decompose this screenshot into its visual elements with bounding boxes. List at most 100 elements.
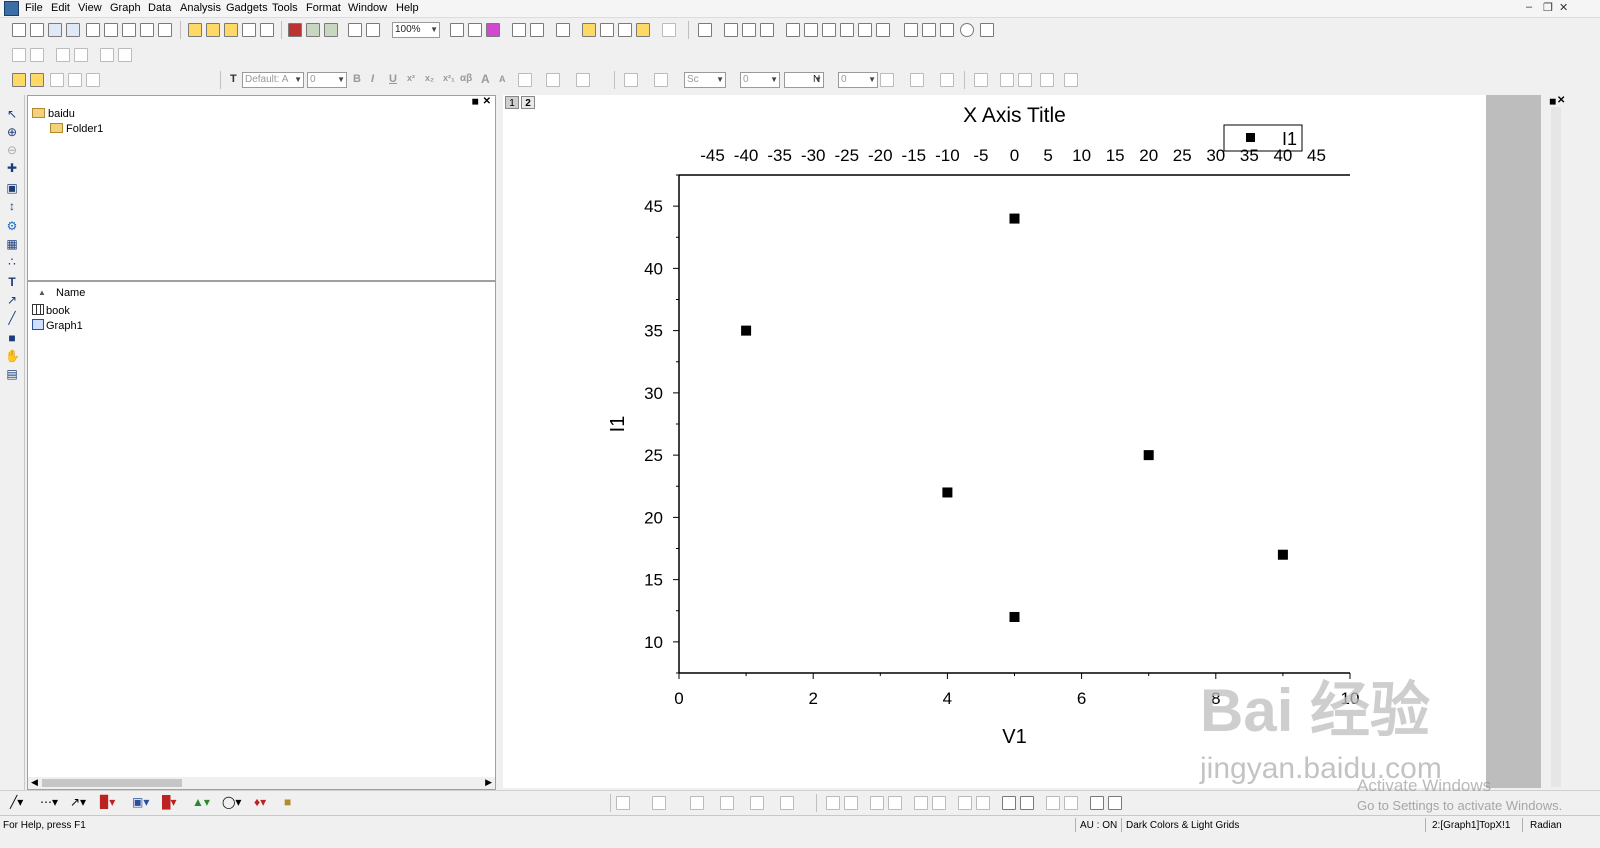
rectangle-tool-icon[interactable]: ■: [5, 331, 19, 345]
line-style-select[interactable]: Sc ▼: [684, 72, 726, 88]
set-y-icon[interactable]: [30, 48, 44, 62]
layer-tab-1[interactable]: 1: [505, 96, 519, 109]
superscript-button[interactable]: x²: [407, 73, 415, 83]
menu-edit[interactable]: Edit: [51, 2, 70, 14]
line-plot-icon[interactable]: ╱▾: [10, 795, 23, 809]
underline-button[interactable]: U: [389, 73, 397, 85]
mask-icon[interactable]: ∴: [5, 255, 19, 269]
new-excel-icon[interactable]: [66, 23, 80, 37]
pattern-icon[interactable]: [880, 73, 894, 87]
add-legend-icon[interactable]: [922, 23, 936, 37]
align-objects-icon[interactable]: [720, 796, 734, 810]
same-height-icon[interactable]: [976, 796, 990, 810]
move-last-icon[interactable]: [118, 48, 132, 62]
add-right-y-icon[interactable]: [822, 23, 836, 37]
align-left-icon[interactable]: [518, 73, 532, 87]
increase-size-icon[interactable]: [1018, 73, 1032, 87]
supsubscript-button[interactable]: x²₁: [443, 73, 455, 83]
object-icon[interactable]: [68, 73, 82, 87]
arrows-icon[interactable]: [1000, 73, 1014, 87]
subscript-button[interactable]: x₂: [425, 73, 434, 83]
arrange-layers-icon[interactable]: [760, 23, 774, 37]
font-size-select[interactable]: 0 ▼: [307, 72, 347, 88]
add-inset-data-icon[interactable]: [876, 23, 890, 37]
scroll-left-icon[interactable]: ◀: [31, 777, 38, 788]
menu-analysis[interactable]: Analysis: [180, 2, 221, 14]
import-wizard-icon[interactable]: [288, 23, 302, 37]
front-icon[interactable]: [1046, 796, 1060, 810]
decrease-size-icon[interactable]: [1040, 73, 1054, 87]
minimize-icon[interactable]: –: [1526, 1, 1532, 13]
results-log-icon[interactable]: [530, 23, 544, 37]
merge-graph-icon[interactable]: [742, 23, 756, 37]
ticks-icon[interactable]: [974, 73, 988, 87]
new-layout-icon[interactable]: [140, 23, 154, 37]
menu-tools[interactable]: Tools: [272, 2, 298, 14]
import-multiple-icon[interactable]: [324, 23, 338, 37]
set-x-icon[interactable]: [12, 48, 26, 62]
contour-plot-icon[interactable]: ▣▾: [132, 795, 149, 809]
smart-hint-icon[interactable]: [618, 23, 632, 37]
tree-subfolder[interactable]: Folder1: [50, 123, 103, 135]
pointer-icon[interactable]: ↖: [5, 107, 19, 121]
grouped-column-icon[interactable]: █▾: [162, 795, 177, 809]
template-library-icon[interactable]: ■: [284, 795, 291, 809]
resize-objects-icon[interactable]: [780, 796, 794, 810]
area-plot-icon[interactable]: ▲▾: [192, 795, 210, 809]
zoom-in-icon[interactable]: ⊕: [5, 125, 19, 139]
export-icon[interactable]: [486, 23, 500, 37]
align-vcenter-icon[interactable]: [914, 796, 928, 810]
new-folder-icon[interactable]: [30, 23, 44, 37]
frame-icon[interactable]: [1090, 796, 1104, 810]
rescale-icon[interactable]: [698, 23, 712, 37]
fill-color-icon[interactable]: [624, 73, 638, 87]
menu-file[interactable]: File: [25, 2, 43, 14]
text-tool-icon[interactable]: T: [5, 275, 19, 289]
data-selector-icon[interactable]: ⚙: [5, 219, 19, 233]
project-explorer-icon[interactable]: [556, 23, 570, 37]
scrollbar-thumb[interactable]: [42, 779, 182, 787]
menu-data[interactable]: Data: [148, 2, 171, 14]
same-width-icon[interactable]: [958, 796, 972, 810]
zoom-select[interactable]: 100% ▼: [392, 22, 440, 38]
distribute-icon[interactable]: [750, 796, 764, 810]
save-template-icon[interactable]: [260, 23, 274, 37]
menu-help[interactable]: Help: [396, 2, 419, 14]
open-template-icon[interactable]: [206, 23, 220, 37]
polar-plot-icon[interactable]: ◯▾: [222, 795, 241, 809]
move-right-icon[interactable]: [56, 48, 70, 62]
folder-wand-icon[interactable]: [30, 73, 44, 87]
increase-font-button[interactable]: A: [481, 72, 490, 86]
copy-page-icon[interactable]: [468, 23, 482, 37]
zoom-out-icon[interactable]: ⊖: [5, 143, 19, 157]
new-workbook-icon[interactable]: [48, 23, 62, 37]
fill-width-select[interactable]: 0 ▼: [838, 72, 878, 88]
name-column-header[interactable]: Name: [56, 287, 85, 299]
layer-info-icon[interactable]: [980, 23, 994, 37]
horizontal-scrollbar[interactable]: ◀ ▶: [28, 777, 495, 789]
italic-button[interactable]: I: [371, 73, 374, 85]
pin-icon[interactable]: ◼: [472, 96, 479, 107]
new-notes-icon[interactable]: [158, 23, 172, 37]
stock-plot-icon[interactable]: ♦▾: [254, 795, 266, 809]
group-icon[interactable]: [1002, 796, 1016, 810]
tag-icon[interactable]: [86, 73, 100, 87]
code-builder-icon[interactable]: [512, 23, 526, 37]
open-icon[interactable]: [188, 23, 202, 37]
align-left-obj-icon[interactable]: [826, 796, 840, 810]
bold-button[interactable]: B: [353, 73, 361, 85]
line-color-icon[interactable]: [654, 73, 668, 87]
line-symbol-plot-icon[interactable]: ↗▾: [70, 795, 86, 809]
annotation-icon[interactable]: ▤: [5, 367, 19, 381]
ungroup-icon[interactable]: [1020, 796, 1034, 810]
menu-window[interactable]: Window: [348, 2, 387, 14]
add-bottom-x-icon[interactable]: [786, 23, 800, 37]
restore-icon[interactable]: ❐: [1543, 1, 1553, 14]
command-window-icon[interactable]: [582, 23, 596, 37]
sort-icon[interactable]: ▲: [38, 288, 46, 297]
style-icon[interactable]: [50, 73, 64, 87]
fill-pattern-select[interactable]: N ▼: [784, 72, 824, 88]
line-tool-icon[interactable]: ╱: [5, 311, 19, 325]
close-panel-icon[interactable]: ✕: [483, 96, 491, 107]
column-plot-icon[interactable]: ▉▾: [100, 795, 115, 809]
